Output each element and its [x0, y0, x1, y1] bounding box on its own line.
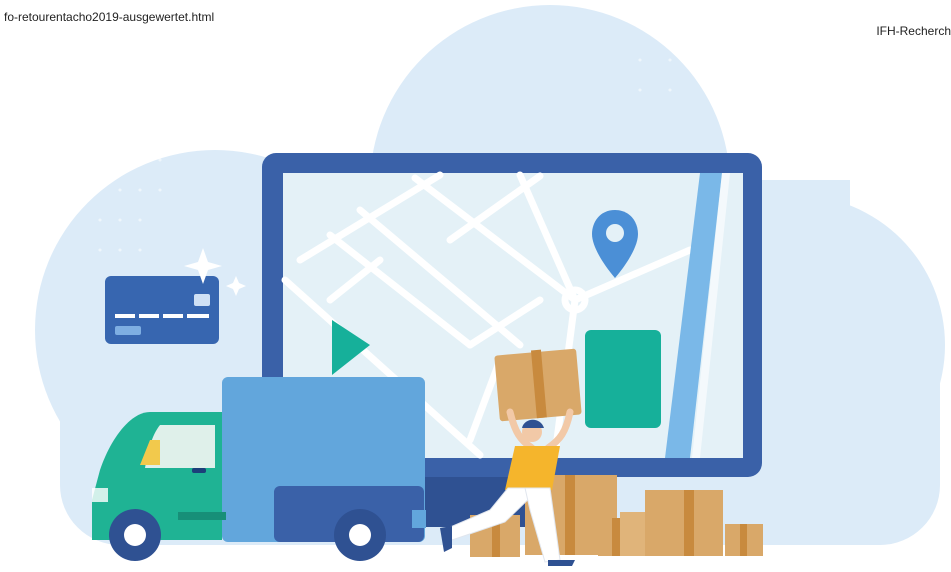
delivery-illustration	[35, 5, 945, 566]
credit-card-icon	[105, 276, 219, 344]
map-block	[585, 330, 661, 428]
